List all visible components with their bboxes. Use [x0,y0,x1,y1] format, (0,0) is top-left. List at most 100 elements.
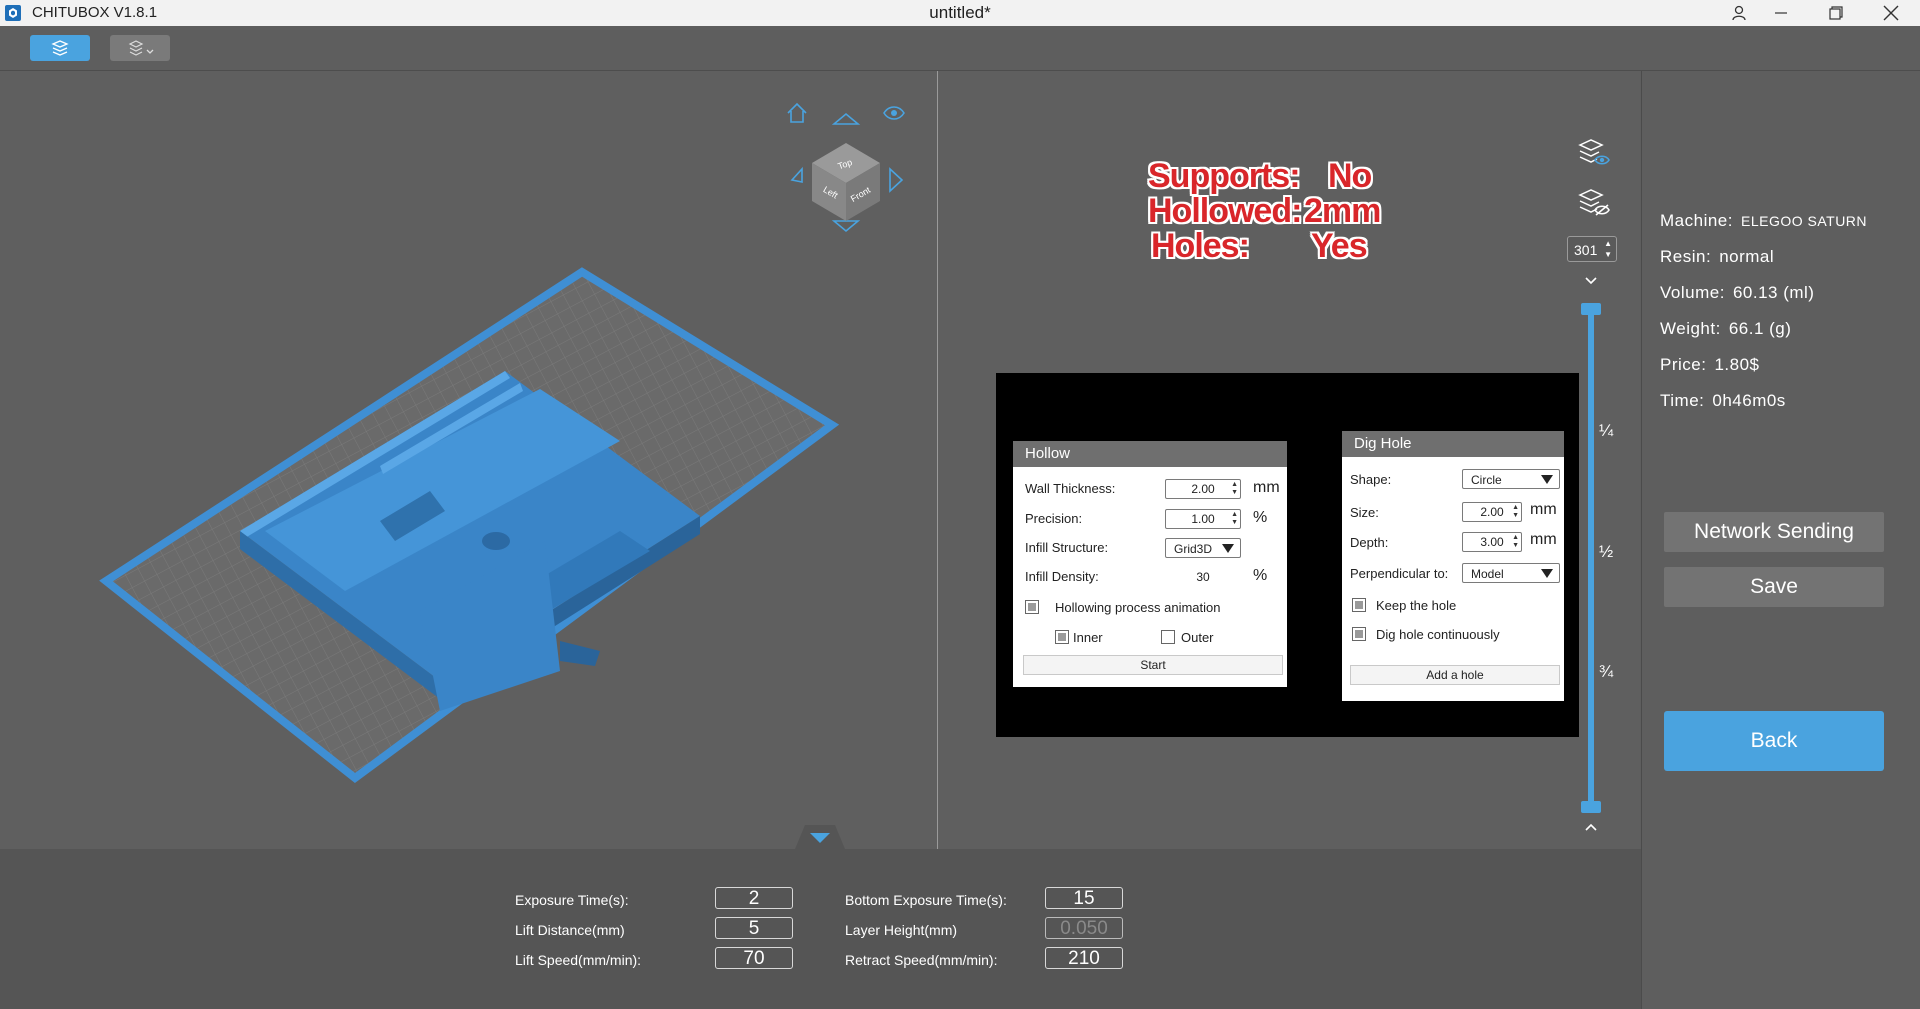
spinner-arrows[interactable]: ▲ ▼ [1604,238,1612,260]
slider-tick-three-quarter: ¾ [1599,662,1614,681]
chevron-down-icon[interactable] [1583,275,1599,287]
depth-label: Depth: [1350,535,1389,550]
chevron-up-icon[interactable] [1583,821,1599,833]
precision-label: Precision: [1025,511,1083,526]
hollow-start-button[interactable]: Start [1023,655,1283,675]
infill-structure-select[interactable]: Grid3D [1165,538,1241,558]
view-cube[interactable]: Top Front Left [787,102,905,233]
time-row: Time: 0h46m0s [1660,391,1786,410]
holes-value: Yes [1311,227,1368,265]
close-button[interactable] [1868,0,1914,26]
app-name: CHITUBOX V1.8.1 [32,4,158,21]
infill-density-unit: % [1253,567,1268,584]
supports-value: No [1328,157,1372,195]
hollow-dialog: Hollow Wall Thickness: 2.00 ▲ ▼ mm Precisi… [1013,441,1287,687]
retract-speed-input[interactable]: 210 [1045,947,1123,969]
back-button[interactable]: Back [1664,711,1884,771]
outer-checkbox[interactable] [1161,630,1175,644]
eye-icon[interactable] [883,106,905,120]
hollowing-animation-checkbox[interactable] [1025,600,1039,614]
retract-speed-label: Retract Speed(mm/min): [845,952,998,968]
lift-distance-label: Lift Distance(mm) [515,922,625,938]
add-hole-button[interactable]: Add a hole [1350,665,1560,685]
dig-hole-dialog: Dig Hole Shape: Circle Size: 2.00 ▲ ▼ mm D… [1342,431,1564,701]
size-unit: mm [1530,501,1557,518]
slider-tick-quarter: ¼ [1599,421,1614,440]
layer-height-label: Layer Height(mm) [845,922,958,938]
slice-tool-button[interactable] [30,35,90,61]
infill-density-label: Infill Density: [1025,569,1099,584]
user-button[interactable] [1716,0,1762,26]
minimize-button[interactable] [1758,0,1804,26]
hollowed-label: Hollowed: [1148,192,1302,230]
layer-number-spinner[interactable]: 301 ▲ ▼ [1567,236,1617,262]
app-logo-icon [5,5,21,21]
layer-slider-track[interactable] [1588,311,1594,806]
save-button[interactable]: Save [1664,567,1884,607]
infill-density-input[interactable]: 30 [1165,567,1241,587]
lift-speed-input[interactable]: 70 [715,947,793,969]
user-icon [1732,5,1746,21]
bottom-exposure-input[interactable]: 15 [1045,887,1123,909]
size-input[interactable]: 2.00 ▲ ▼ [1462,502,1522,522]
right-info-panel: Machine: ELEGOO SATURN Resin: normal Volum… [1641,71,1920,1009]
restore-button[interactable] [1813,0,1859,26]
layers-dropdown-icon [128,40,154,56]
print-parameters-panel: Exposure Time(s): 2 Lift Distance(mm) 5 … [0,849,1641,1009]
hollowed-value: 2mm [1304,192,1381,230]
slider-tick-half: ½ [1599,542,1614,561]
volume-row: Volume: 60.13 (ml) [1660,283,1815,302]
resin-row: Resin: normal [1660,247,1775,266]
dig-continuously-label: Dig hole continuously [1376,627,1500,642]
shape-select[interactable]: Circle [1462,469,1560,489]
perpendicular-label: Perpendicular to: [1350,566,1449,581]
resin-value: normal [1719,247,1775,266]
inner-checkbox[interactable] [1055,630,1069,644]
layer-slider-bottom-handle[interactable] [1581,801,1601,813]
lift-speed-label: Lift Speed(mm/min): [515,952,642,968]
lift-distance-input[interactable]: 5 [715,917,793,939]
wall-thickness-label: Wall Thickness: [1025,481,1116,496]
size-label: Size: [1350,505,1379,520]
rotate-down-icon[interactable] [831,220,861,233]
shape-label: Shape: [1350,472,1392,487]
hollowing-animation-label: Hollowing process animation [1055,600,1221,615]
rotate-up-icon[interactable] [831,112,861,125]
collapse-panel-toggle[interactable] [795,825,845,849]
wall-thickness-unit: mm [1253,479,1280,496]
title-bar: CHITUBOX V1.8.1 untitled* [0,0,1920,26]
exposure-input[interactable]: 2 [715,887,793,909]
network-sending-button[interactable]: Network Sending [1664,512,1884,552]
holes-label: Holes: [1151,227,1250,265]
slice-tool-icon [51,40,69,56]
infill-structure-label: Infill Structure: [1025,540,1109,555]
inner-label: Inner [1073,630,1103,645]
layer-number-value: 301 [1574,242,1598,258]
rotate-right-icon[interactable] [889,167,904,193]
dig-continuously-checkbox[interactable] [1352,627,1366,641]
keep-hole-checkbox[interactable] [1352,598,1366,612]
outer-label: Outer [1181,630,1214,645]
perpendicular-select[interactable]: Model [1462,563,1560,583]
time-value: 0h46m0s [1712,391,1786,410]
depth-input[interactable]: 3.00 ▲ ▼ [1462,532,1522,552]
weight-value: 66.1 (g) [1728,319,1792,338]
minimize-icon [1775,12,1787,14]
layers-show-icon[interactable] [1577,138,1611,170]
price-value: 1.80$ [1714,355,1760,374]
rotate-left-icon[interactable] [790,166,803,183]
layer-height-input: 0.050 [1045,917,1123,939]
wall-thickness-input[interactable]: 2.00 ▲ ▼ [1165,479,1241,499]
layers-dropdown-button[interactable] [110,35,170,61]
document-title: untitled* [929,3,991,22]
restore-icon [1829,6,1843,20]
exposure-label: Exposure Time(s): [515,892,629,908]
precision-input[interactable]: 1.00 ▲ ▼ [1165,509,1241,529]
layer-slider-top-handle[interactable] [1581,303,1601,315]
model-viewport[interactable]: Top Front Left [0,71,937,849]
layers-hide-icon[interactable] [1577,188,1611,220]
machine-value: ELEGOO SATURN [1740,213,1868,229]
price-row: Price: 1.80$ [1660,355,1760,374]
keep-hole-label: Keep the hole [1376,598,1457,613]
home-view-icon[interactable] [787,102,807,123]
